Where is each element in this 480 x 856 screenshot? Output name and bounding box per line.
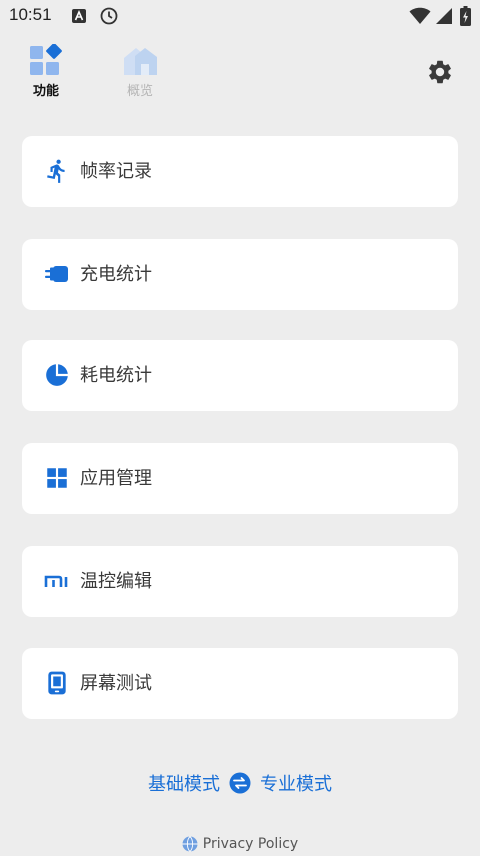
gear-icon[interactable] — [426, 58, 454, 86]
menu-item-label: 温控编辑 — [80, 571, 152, 592]
swap-arrows-icon[interactable] — [229, 772, 251, 794]
running-person-icon — [47, 159, 65, 183]
pie-chart-icon — [46, 364, 68, 386]
menu-item-fps-record[interactable]: 帧率记录 — [22, 136, 458, 207]
pro-mode-link[interactable]: 专业模式 — [260, 770, 332, 796]
menu-item-label: 帧率记录 — [80, 161, 152, 182]
privacy-policy-label: Privacy Policy — [202, 836, 299, 852]
menu-item-thermal-edit[interactable]: 温控编辑 — [22, 546, 458, 617]
a-letter-icon — [72, 9, 86, 23]
privacy-policy-row: Privacy Policy — [0, 836, 480, 856]
app-grid-icon — [47, 468, 67, 488]
menu-item-power-usage-stats[interactable]: 耗电统计 — [22, 340, 458, 411]
clock-icon — [100, 7, 118, 25]
menu-item-label: 应用管理 — [80, 468, 152, 489]
tab-overview[interactable]: 概览 — [110, 44, 170, 104]
cell-signal-icon — [436, 8, 452, 24]
basic-mode-link[interactable]: 基础模式 — [148, 770, 220, 796]
privacy-policy-link[interactable]: Privacy Policy — [182, 836, 298, 852]
menu-item-screen-test[interactable]: 屏幕测试 — [22, 648, 458, 719]
menu-item-app-management[interactable]: 应用管理 — [22, 443, 458, 514]
grid-diamond-icon — [30, 44, 62, 75]
charging-plug-icon — [45, 266, 68, 282]
menu-item-charging-stats[interactable]: 充电统计 — [22, 239, 458, 310]
tab-functions[interactable]: 功能 — [16, 44, 76, 104]
status-bar: 10:51 — [0, 0, 480, 32]
menu-item-label: 屏幕测试 — [80, 673, 152, 694]
menu-item-label: 充电统计 — [80, 264, 152, 285]
menu-item-label: 耗电统计 — [80, 365, 152, 386]
tab-functions-label: 功能 — [32, 84, 59, 99]
status-time: 10:51 — [9, 5, 52, 24]
phone-screen-icon — [48, 671, 66, 695]
mi-logo-icon — [44, 575, 68, 587]
battery-icon — [460, 6, 471, 26]
wifi-icon — [409, 7, 431, 24]
house-icon — [124, 48, 157, 75]
mode-switch: 基础模式 专业模式 — [0, 770, 480, 800]
globe-icon — [182, 836, 198, 852]
tab-overview-label: 概览 — [126, 84, 153, 99]
